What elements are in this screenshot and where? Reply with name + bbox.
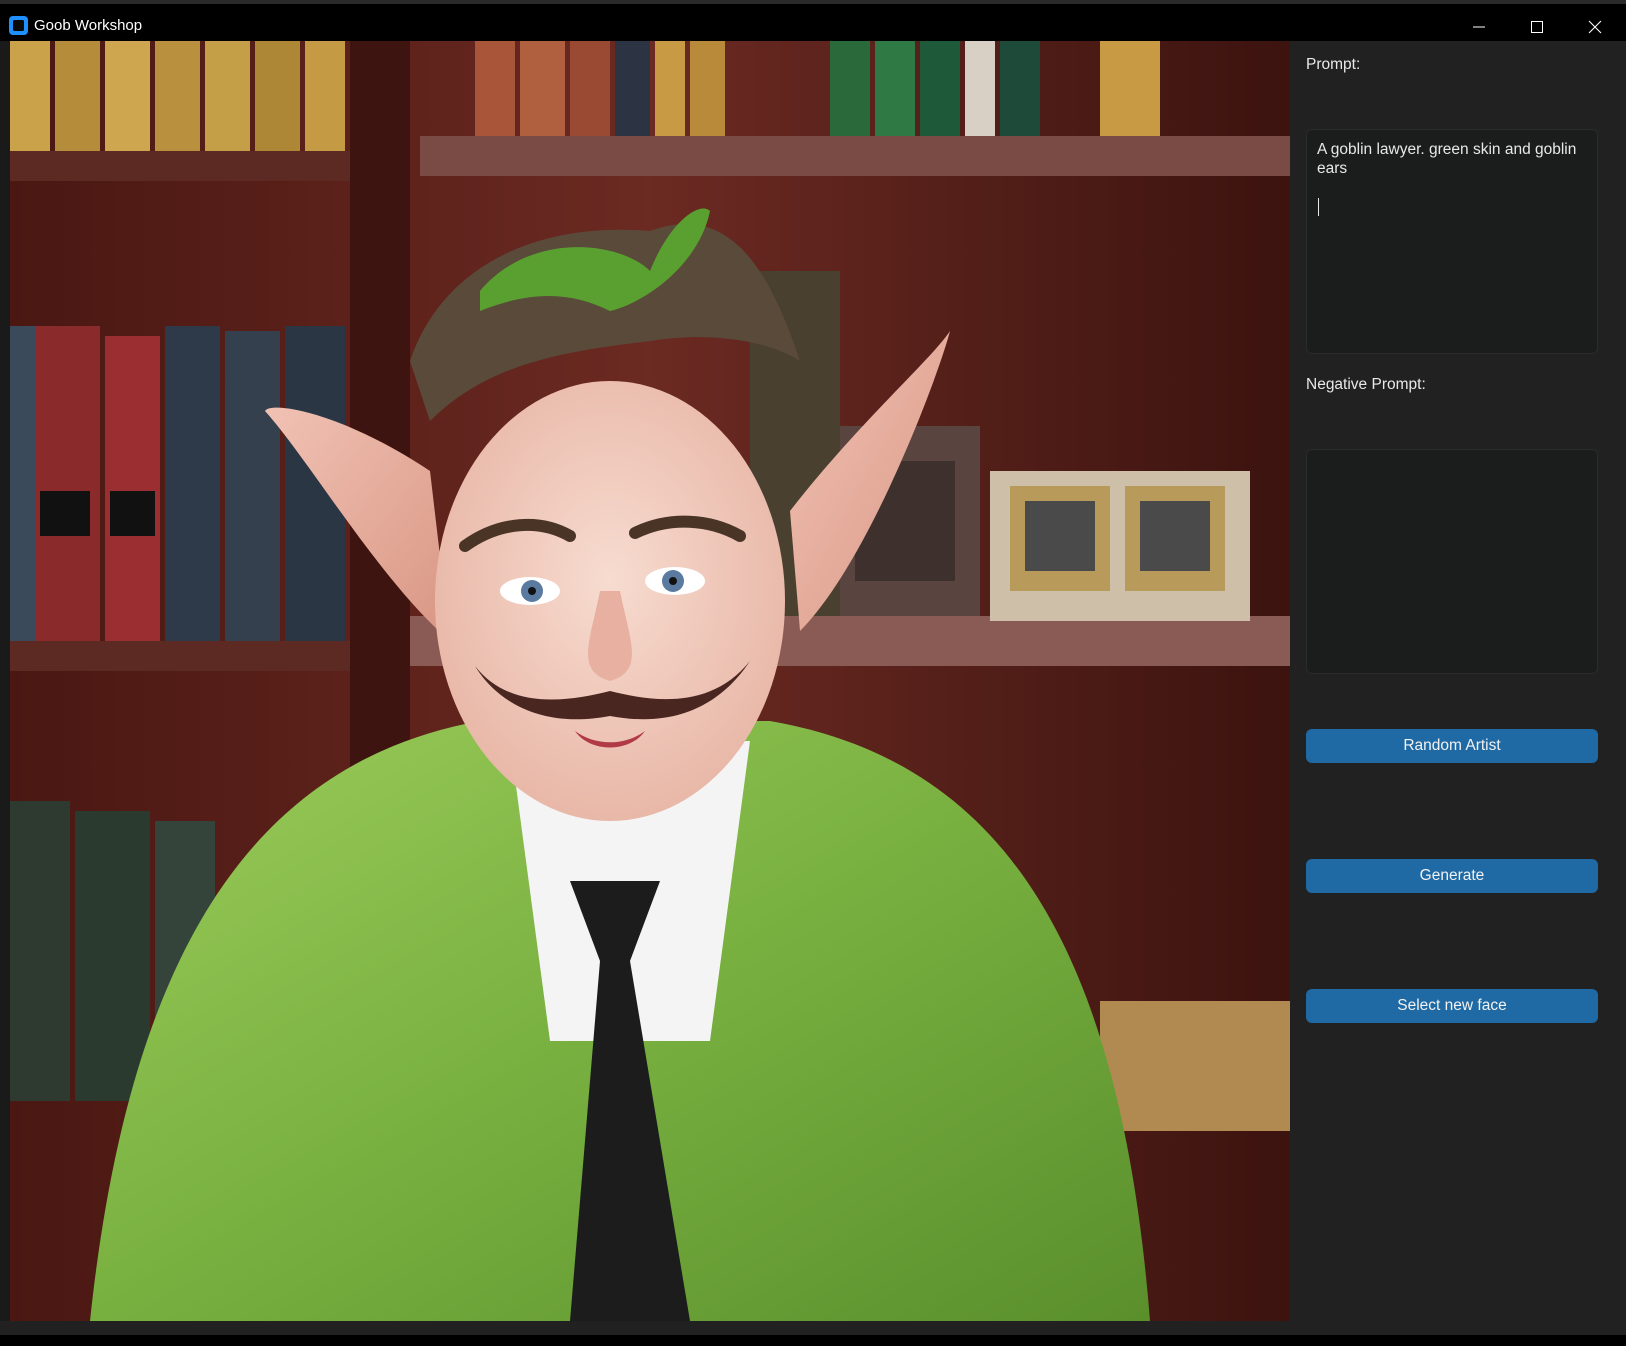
prompt-label: Prompt: <box>1306 56 1361 73</box>
negative-prompt-textbox[interactable] <box>1306 449 1598 674</box>
app-window-icon <box>9 16 28 35</box>
window-title: Goob Workshop <box>34 17 143 34</box>
text-caret <box>1318 198 1319 216</box>
minimize-icon <box>1473 26 1485 27</box>
minimize-button[interactable] <box>1450 8 1508 45</box>
close-button[interactable] <box>1566 8 1624 45</box>
select-new-face-button[interactable]: Select new face <box>1306 989 1598 1023</box>
title-bar[interactable]: Goob Workshop <box>0 4 1626 41</box>
maximize-icon <box>1531 20 1543 33</box>
app-window: Goob Workshop Prompt: A goblin lawyer. g… <box>0 0 1626 1346</box>
control-panel: Prompt: A goblin lawyer. green skin and … <box>1290 41 1626 1321</box>
prompt-textbox[interactable]: A goblin lawyer. green skin and goblin e… <box>1306 129 1598 354</box>
close-icon <box>1588 20 1602 33</box>
negative-prompt-label: Negative Prompt: <box>1306 376 1426 393</box>
window-bottom-edge <box>0 1335 1626 1346</box>
generate-button[interactable]: Generate <box>1306 859 1598 893</box>
maximize-button[interactable] <box>1508 8 1566 45</box>
generated-image <box>10 41 1290 1321</box>
random-artist-button[interactable]: Random Artist <box>1306 729 1598 763</box>
bottom-panel-strip <box>0 1321 1626 1335</box>
prompt-text: A goblin lawyer. green skin and goblin e… <box>1317 141 1577 177</box>
